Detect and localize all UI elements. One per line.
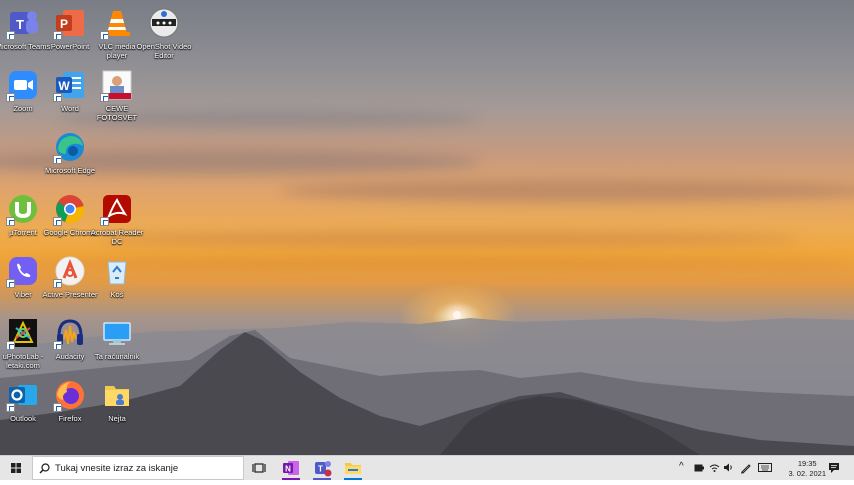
chrome-icon xyxy=(53,192,87,226)
touch-keyboard-icon[interactable] xyxy=(758,463,772,472)
desktop-icon-cewe-fotosvet[interactable]: CEWE FOTOSVET xyxy=(89,62,145,122)
desktop-icon-recycle-bin[interactable]: Koš xyxy=(89,248,145,299)
shortcut-arrow-icon xyxy=(6,93,15,102)
start-button[interactable] xyxy=(0,456,32,480)
volume-icon[interactable] xyxy=(723,462,734,473)
desktop-background: T Microsoft Teams Zoom µTorrent Viber uP… xyxy=(0,0,854,455)
svg-text:W: W xyxy=(58,79,70,93)
desktop-icon-nejta[interactable]: Nejta xyxy=(89,372,145,423)
cewe-icon xyxy=(100,68,134,102)
shortcut-arrow-icon xyxy=(6,31,15,40)
shortcut-arrow-icon xyxy=(53,403,62,412)
shortcut-arrow-icon xyxy=(100,93,109,102)
shortcut-arrow-icon xyxy=(6,217,15,226)
outlook-icon xyxy=(6,378,40,412)
desktop-icon-label: Koš xyxy=(110,290,124,299)
vlc-icon xyxy=(100,6,134,40)
audacity-icon xyxy=(53,316,87,350)
desktop-icon-this-pc[interactable]: Ta računalnik xyxy=(89,310,145,361)
task-view-button[interactable] xyxy=(245,456,275,480)
taskbar-search-box[interactable]: Tukaj vnesite izraz za iskanje xyxy=(32,456,244,480)
firefox-icon xyxy=(53,378,87,412)
desktop-icon-microsoft-edge[interactable]: Microsoft Edge xyxy=(42,124,98,175)
taskbar-app-teams[interactable]: T xyxy=(307,456,337,480)
word-icon: W xyxy=(53,68,87,102)
notifications-icon[interactable] xyxy=(828,462,840,474)
show-hidden-icons-button[interactable]: ^ xyxy=(679,461,684,472)
this-pc-icon xyxy=(100,316,134,350)
search-placeholder: Tukaj vnesite izraz za iskanje xyxy=(55,463,179,474)
shortcut-arrow-icon xyxy=(6,341,15,350)
shortcut-arrow-icon xyxy=(100,31,109,40)
desktop-icon-label: Nejta xyxy=(108,414,126,423)
recycle-bin-icon xyxy=(100,254,134,288)
battery-icon[interactable] xyxy=(694,464,704,472)
powerpoint-icon: P xyxy=(53,6,87,40)
taskbar: Tukaj vnesite izraz za iskanje N T ^ 19:… xyxy=(0,455,854,480)
svg-text:T: T xyxy=(16,17,24,32)
pen-icon[interactable] xyxy=(740,462,752,474)
activepresenter-icon xyxy=(53,254,87,288)
shortcut-arrow-icon xyxy=(53,31,62,40)
teams-icon: T xyxy=(315,461,332,477)
wifi-icon[interactable] xyxy=(709,462,720,473)
desktop-icon-openshot[interactable]: OpenShot Video Editor xyxy=(136,0,192,60)
shortcut-arrow-icon xyxy=(6,279,15,288)
desktop-icon-label: OpenShot Video Editor xyxy=(136,42,192,60)
viber-icon xyxy=(6,254,40,288)
shortcut-arrow-icon xyxy=(53,155,62,164)
desktop-icon-acrobat-reader[interactable]: Acrobat Reader DC xyxy=(89,186,145,246)
shortcut-arrow-icon xyxy=(53,341,62,350)
windows-logo-icon xyxy=(11,463,21,473)
edge-icon xyxy=(53,130,87,164)
shortcut-arrow-icon xyxy=(53,279,62,288)
shortcut-arrow-icon xyxy=(53,217,62,226)
file-explorer-icon xyxy=(345,463,361,474)
taskbar-app-onenote[interactable]: N xyxy=(276,456,306,480)
task-view-icon xyxy=(252,463,266,473)
shortcut-arrow-icon xyxy=(53,93,62,102)
desktop-icon-label: Microsoft Edge xyxy=(44,166,96,175)
desktop-icon-label: Ta računalnik xyxy=(94,352,140,361)
onenote-icon: N xyxy=(283,461,299,475)
acrobat-icon xyxy=(100,192,134,226)
utorrent-icon xyxy=(6,192,40,226)
clock[interactable]: 19:35 3. 02. 2021 xyxy=(788,459,826,479)
clock-date: 3. 02. 2021 xyxy=(788,469,826,478)
folder-icon xyxy=(100,378,134,412)
openshot-icon xyxy=(147,6,181,40)
svg-text:T: T xyxy=(318,465,323,474)
uphotolab-icon xyxy=(6,316,40,350)
zoom-icon xyxy=(6,68,40,102)
clock-time: 19:35 xyxy=(797,459,817,468)
shortcut-arrow-icon xyxy=(6,403,15,412)
shortcut-arrow-icon xyxy=(100,217,109,226)
teams-icon: T xyxy=(6,6,40,40)
svg-text:N: N xyxy=(285,465,291,474)
search-icon xyxy=(39,463,50,474)
desktop-icon-label: CEWE FOTOSVET xyxy=(96,104,138,122)
taskbar-app-file-explorer[interactable] xyxy=(338,456,368,480)
desktop-icon-label: Acrobat Reader DC xyxy=(90,228,144,246)
svg-text:P: P xyxy=(60,17,68,31)
